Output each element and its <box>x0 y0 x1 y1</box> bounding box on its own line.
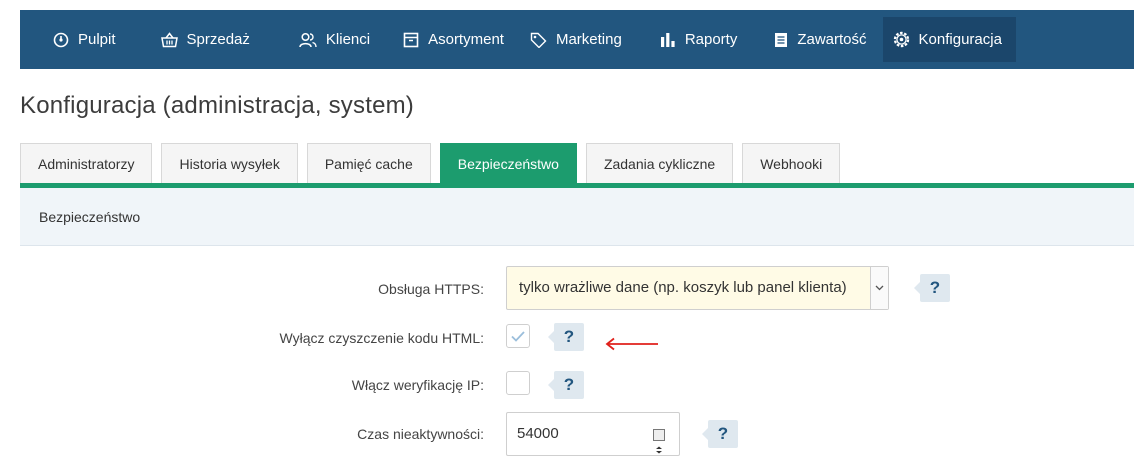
nav-item-klienci[interactable]: Klienci <box>299 10 370 69</box>
dashboard-icon <box>53 32 69 47</box>
nav-label: Pulpit <box>78 31 116 48</box>
basket-icon <box>160 31 178 47</box>
https-label: Obsługa HTTPS: <box>378 281 484 297</box>
ip-verification-help-button[interactable]: ? <box>548 371 584 399</box>
checkmark-icon <box>511 330 525 342</box>
section-title: Bezpieczeństwo <box>39 208 141 225</box>
form-row-ip-verification: Włącz weryfikację IP: ? <box>20 365 1134 405</box>
tab-administratorzy[interactable]: Administratorzy <box>20 143 153 183</box>
nav-item-asortyment[interactable]: Asortyment <box>403 10 504 69</box>
https-select[interactable]: tylko wrażliwe dane (np. koszyk lub pane… <box>506 266 889 310</box>
nav-label: Sprzedaż <box>186 31 250 48</box>
https-select-value: tylko wrażliwe dane (np. koszyk lub pane… <box>519 279 847 296</box>
tab-bar: Administratorzy Historia wysyłek Pamięć … <box>20 143 849 183</box>
form-row-inactivity: Czas nieaktywności: 54000 ? <box>20 412 1134 456</box>
tab-historia-wysylek[interactable]: Historia wysyłek <box>161 143 298 183</box>
page-title: Konfiguracja (administracja, system) <box>20 92 415 119</box>
form-row-https: Obsługa HTTPS: tylko wrażliwe dane (np. … <box>20 266 1134 310</box>
tab-webhooki[interactable]: Webhooki <box>742 143 841 183</box>
number-spinner[interactable] <box>653 429 665 454</box>
inactivity-help-button[interactable]: ? <box>702 420 738 448</box>
inactivity-label: Czas nieaktywności: <box>357 426 484 442</box>
bar-chart-icon <box>660 32 675 47</box>
top-strip <box>0 0 1134 10</box>
chevron-down-icon[interactable] <box>870 267 888 309</box>
ip-verification-checkbox[interactable] <box>506 371 530 395</box>
nav-item-marketing[interactable]: Marketing <box>530 10 622 69</box>
nav-item-zawartosc[interactable]: Zawartość <box>774 10 867 69</box>
nav-item-sprzedaz[interactable]: Sprzedaż <box>160 10 250 69</box>
main-navbar: Pulpit Sprzedaż Klienci Asortyment Marke… <box>20 10 1134 69</box>
nav-item-raporty[interactable]: Raporty <box>660 10 738 69</box>
nav-label: Klienci <box>325 31 371 48</box>
inactivity-value: 54000 <box>517 425 559 442</box>
ip-verification-label: Włącz weryfikację IP: <box>351 377 484 393</box>
nav-label: Marketing <box>555 31 622 48</box>
tab-pamiec-cache[interactable]: Pamięć cache <box>306 143 431 183</box>
tab-zadania-cykliczne[interactable]: Zadania cykliczne <box>585 143 734 183</box>
nav-label: Zawartość <box>797 31 867 48</box>
html-cleanup-help-button[interactable]: ? <box>548 323 584 351</box>
form-row-html-cleanup: Wyłącz czyszczenie kodu HTML: ? <box>20 318 1134 358</box>
tab-bezpieczenstwo[interactable]: Bezpieczeństwo <box>439 143 577 183</box>
https-help-button[interactable]: ? <box>914 274 950 302</box>
section-header: Bezpieczeństwo <box>20 188 1134 246</box>
html-cleanup-checkbox[interactable] <box>506 324 530 348</box>
red-arrow-annotation <box>605 337 658 351</box>
gear-icon <box>893 31 909 48</box>
document-icon <box>775 32 788 47</box>
users-icon <box>299 32 317 47</box>
nav-label: Asortyment <box>428 31 504 48</box>
tag-icon <box>530 32 547 48</box>
html-cleanup-label: Wyłącz czyszczenie kodu HTML: <box>279 330 484 346</box>
nav-label: Raporty <box>684 31 738 48</box>
inactivity-input[interactable]: 54000 <box>506 412 680 456</box>
nav-item-pulpit[interactable]: Pulpit <box>53 10 116 69</box>
nav-label: Konfiguracja <box>918 31 1002 48</box>
box-icon <box>403 32 419 47</box>
nav-item-konfiguracja[interactable]: Konfiguracja <box>882 17 1016 62</box>
